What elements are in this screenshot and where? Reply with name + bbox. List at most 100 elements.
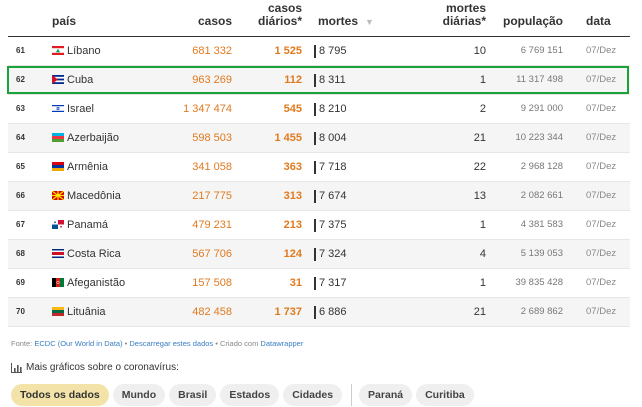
data-value: 07/Dez bbox=[586, 45, 617, 56]
table-row[interactable]: 70 Lituânia 482 458 1 737 6 886 21 2 689 862 07… bbox=[8, 298, 630, 327]
table-row[interactable]: 67 Panamá 479 231 213 7 375 1 4 381 583 07/Dez bbox=[8, 211, 630, 240]
mortes-bar bbox=[314, 306, 316, 319]
data-value: 07/Dez bbox=[586, 248, 617, 259]
mortes-diarias-value: 1 bbox=[479, 74, 486, 86]
casos-value: 598 503 bbox=[192, 132, 232, 144]
data-value: 07/Dez bbox=[586, 132, 617, 143]
mortes-bar bbox=[314, 74, 316, 87]
chip-curitiba[interactable]: Curitiba bbox=[416, 384, 474, 406]
bar-chart-icon bbox=[11, 362, 22, 373]
row-rank: 67 bbox=[16, 220, 25, 229]
mortes-diarias-value: 1 bbox=[479, 219, 486, 231]
table-row[interactable]: 68 Costa Rica 567 706 124 7 324 4 5 139 053 07/… bbox=[8, 240, 630, 269]
country-name: Cuba bbox=[67, 74, 94, 86]
mortes-diarias-value: 4 bbox=[479, 248, 486, 260]
table-row[interactable]: 65 Armênia 341 058 363 7 718 22 2 968 128 07/De… bbox=[8, 153, 630, 182]
casos-value: 963 269 bbox=[192, 74, 232, 86]
datawrapper-link[interactable]: Datawrapper bbox=[260, 339, 303, 348]
data-value: 07/Dez bbox=[586, 277, 617, 288]
table-row[interactable]: 64 Azerbaijão 598 503 1 455 8 004 21 10 223 34… bbox=[8, 124, 630, 153]
country-name: Líbano bbox=[67, 45, 101, 57]
mortes-value: 8 795 bbox=[319, 45, 347, 57]
mortes-bar bbox=[314, 161, 316, 174]
lebanon-flag-icon bbox=[52, 46, 64, 55]
populacao-value: 6 769 151 bbox=[520, 45, 563, 56]
header-mortes-diarias[interactable]: mortes diárias* bbox=[418, 2, 486, 28]
casos-value: 157 508 bbox=[192, 277, 232, 289]
country-name: Lituânia bbox=[67, 306, 106, 318]
ecdc-link[interactable]: ECDC (Our World in Data) bbox=[34, 339, 122, 348]
chip-cidades[interactable]: Cidades bbox=[283, 384, 343, 406]
mortes-bar bbox=[314, 45, 316, 58]
row-rank: 68 bbox=[16, 249, 25, 258]
header-populacao[interactable]: população bbox=[501, 15, 563, 28]
header-casos[interactable]: casos bbox=[166, 15, 232, 28]
mortes-value: 7 718 bbox=[319, 161, 347, 173]
covid-table: país casos casos diários* mortes ▼ mortes d… bbox=[8, 0, 630, 327]
download-data-link[interactable]: Descarregar estes dados bbox=[129, 339, 213, 348]
data-value: 07/Dez bbox=[586, 306, 617, 317]
sort-down-icon: ▼ bbox=[365, 17, 374, 27]
chip-paraná[interactable]: Paraná bbox=[359, 384, 413, 406]
casos-diarios-value: 545 bbox=[283, 103, 302, 115]
source-line: Fonte: ECDC (Our World in Data) • Descar… bbox=[11, 339, 304, 348]
row-rank: 61 bbox=[16, 46, 25, 55]
costa-rica-flag-icon bbox=[52, 249, 64, 258]
mortes-diarias-value: 2 bbox=[479, 103, 486, 115]
country-name: Armênia bbox=[67, 161, 108, 173]
table-body: 61 Líbano 681 332 1 525 8 795 10 6 769 151 07/D… bbox=[8, 37, 630, 327]
casos-diarios-value: 31 bbox=[289, 277, 302, 289]
populacao-value: 5 139 053 bbox=[520, 248, 563, 259]
country-name: Macedônia bbox=[67, 190, 121, 202]
mortes-diarias-value: 13 bbox=[473, 190, 486, 202]
populacao-value: 2 689 862 bbox=[520, 306, 563, 317]
header-data[interactable]: data bbox=[586, 15, 611, 28]
casos-value: 482 458 bbox=[192, 306, 232, 318]
table-row[interactable]: 69 Afeganistão 157 508 31 7 317 1 39 835 428 07… bbox=[8, 269, 630, 298]
chip-mundo[interactable]: Mundo bbox=[112, 384, 166, 406]
chip-brasil[interactable]: Brasil bbox=[169, 384, 217, 406]
row-rank: 65 bbox=[16, 162, 25, 171]
mortes-value: 7 324 bbox=[319, 248, 347, 260]
mortes-bar bbox=[314, 277, 316, 290]
header-mortes[interactable]: mortes ▼ bbox=[318, 15, 374, 29]
casos-value: 341 058 bbox=[192, 161, 232, 173]
country-name: Afeganistão bbox=[67, 277, 126, 289]
azerbaijan-flag-icon bbox=[52, 133, 64, 142]
chip-divider bbox=[351, 384, 353, 406]
more-charts-heading: Mais gráficos sobre o coronavírus: bbox=[11, 362, 179, 373]
country-name: Costa Rica bbox=[67, 248, 121, 260]
table-row[interactable]: 63 Israel 1 347 474 545 8 210 2 9 291 000 07/De… bbox=[8, 95, 630, 124]
mortes-value: 8 004 bbox=[319, 132, 347, 144]
header-casos-diarios[interactable]: casos diários* bbox=[236, 2, 302, 28]
row-rank: 66 bbox=[16, 191, 25, 200]
row-rank: 69 bbox=[16, 278, 25, 287]
table-row[interactable]: 66 Macedônia 217 775 313 7 674 13 2 082 661 07/… bbox=[8, 182, 630, 211]
mortes-value: 6 886 bbox=[319, 306, 347, 318]
row-rank: 64 bbox=[16, 133, 25, 142]
mortes-diarias-value: 21 bbox=[473, 306, 486, 318]
data-value: 07/Dez bbox=[586, 161, 617, 172]
table-row[interactable]: 61 Líbano 681 332 1 525 8 795 10 6 769 151 07/D… bbox=[8, 37, 630, 66]
data-value: 07/Dez bbox=[586, 190, 617, 201]
populacao-value: 11 317 498 bbox=[516, 74, 563, 85]
casos-value: 217 775 bbox=[192, 190, 232, 202]
chip-estados[interactable]: Estados bbox=[220, 384, 280, 406]
israel-flag-icon bbox=[52, 104, 64, 113]
chip-todos-os-dados[interactable]: Todos os dados bbox=[11, 384, 109, 406]
mortes-value: 8 210 bbox=[319, 103, 347, 115]
data-value: 07/Dez bbox=[586, 103, 617, 114]
mortes-value: 7 674 bbox=[319, 190, 347, 202]
data-value: 07/Dez bbox=[586, 219, 617, 230]
casos-value: 479 231 bbox=[192, 219, 232, 231]
casos-value: 567 706 bbox=[192, 248, 232, 260]
header-pais[interactable]: país bbox=[52, 15, 76, 28]
casos-diarios-value: 213 bbox=[283, 219, 302, 231]
row-rank: 70 bbox=[16, 307, 25, 316]
row-rank: 62 bbox=[16, 75, 25, 84]
mortes-bar bbox=[314, 248, 316, 261]
table-row[interactable]: 62 Cuba 963 269 112 8 311 1 11 317 498 07/Dez bbox=[8, 66, 630, 95]
casos-value: 681 332 bbox=[192, 45, 232, 57]
casos-value: 1 347 474 bbox=[183, 103, 232, 115]
mortes-value: 7 375 bbox=[319, 219, 347, 231]
